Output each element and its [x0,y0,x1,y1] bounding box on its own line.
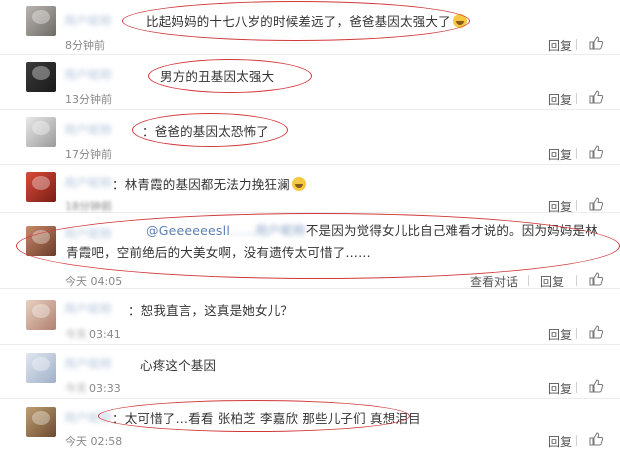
comment-text: ：林青霞的基因都无法力挽狂澜 [112,174,306,193]
divider [576,39,577,50]
comment-time: 13分钟前 [65,93,112,106]
divider [528,275,529,286]
thumbs-up-icon[interactable] [588,89,604,105]
reply-button[interactable]: 回复 [548,146,572,163]
laugh-emoji-icon [291,177,306,191]
avatar[interactable] [26,300,56,330]
avatar[interactable] [26,172,56,202]
mention-link[interactable]: @Geeeeeesll [146,223,230,238]
avatar[interactable] [26,62,56,92]
comment-time: 今天 03:41 [65,328,121,341]
comment-item: 用户昵称 @Geeeeeesll......用户昵称不是因为觉得女儿比自己难看才… [0,213,620,289]
comment-item: 用户昵称 心疼这个基因 今天 03:33 回复 [0,345,620,399]
comment-time: 17分钟前 [65,148,112,161]
comment-item: 用户昵称 ：恕我直言，这真是她女儿？ 今天 03:41 回复 [0,289,620,345]
divider [576,275,577,286]
comment-text: 男方的丑基因太强大 [160,69,275,84]
comment-item: 用户昵称 ：爸爸的基因太恐怖了 17分钟前 回复 [0,110,620,165]
reply-button[interactable]: 回复 [548,326,572,343]
comment-item: 用户昵称 男方的丑基因太强大 13分钟前 回复 [0,55,620,110]
comment-time: 今天 03:33 [65,382,121,395]
comment-item: 用户昵称 ：太可惜了…看看 张柏芝 李嘉欣 那些儿子们 真想泪目 今天 02:5… [0,399,620,458]
thumbs-up-icon[interactable] [588,144,604,160]
comment-item: 用户昵称 ：林青霞的基因都无法力挽狂澜 18分钟前 回复 [0,165,620,214]
avatar[interactable] [26,407,56,437]
laugh-emoji-icon [452,14,467,28]
username[interactable]: 用户昵称 [64,355,112,372]
comment-text: ：爸爸的基因太恐怖了 [142,124,270,139]
username[interactable]: 用户昵称 [64,409,112,426]
reply-button[interactable]: 回复 [540,273,564,290]
thumbs-up-icon[interactable] [588,271,604,287]
thumbs-up-icon[interactable] [588,378,604,394]
comment-time: 今天 02:58 [65,435,123,448]
divider [576,93,577,104]
avatar[interactable] [26,226,56,256]
thumbs-up-icon[interactable] [588,196,604,212]
thumbs-up-icon[interactable] [588,35,604,51]
comment-text: 比起妈妈的十七八岁的时候差远了，爸爸基因太强大了 [146,11,467,30]
username[interactable]: 用户昵称 [64,300,112,317]
divider [576,382,577,393]
username[interactable]: 用户昵称 [64,174,112,191]
avatar[interactable] [26,353,56,383]
reply-button[interactable]: 回复 [548,91,572,108]
reply-button[interactable]: 回复 [548,380,572,397]
divider [576,148,577,159]
reply-button[interactable]: 回复 [548,433,572,450]
avatar[interactable] [26,117,56,147]
comment-item: 用户昵称 比起妈妈的十七八岁的时候差远了，爸爸基因太强大了 8分钟前 回复 [0,0,620,55]
divider [576,200,577,211]
thumbs-up-icon[interactable] [588,324,604,340]
avatar[interactable] [26,6,56,36]
comment-time: 18分钟前 [65,200,112,213]
divider [576,435,577,446]
comment-time: 今天 04:05 [65,275,123,288]
divider [576,328,577,339]
username[interactable]: 用户昵称 [64,12,112,29]
username[interactable]: 用户昵称 [255,223,306,238]
comment-text: ：恕我直言，这真是她女儿？ [128,303,294,318]
comment-text: 心疼这个基因 [140,358,217,373]
comment-text: @Geeeeeesll......用户昵称不是因为觉得女儿比自己难看才说的。因为… [66,223,598,260]
view-conversation-link[interactable]: 查看对话 [470,273,518,290]
comment-time: 8分钟前 [65,39,105,52]
reply-button[interactable]: 回复 [548,37,572,54]
comment-text: ：太可惜了…看看 张柏芝 李嘉欣 那些儿子们 真想泪目 [112,411,421,426]
username[interactable]: 用户昵称 [64,121,112,138]
username[interactable]: 用户昵称 [64,66,112,83]
thumbs-up-icon[interactable] [588,431,604,447]
